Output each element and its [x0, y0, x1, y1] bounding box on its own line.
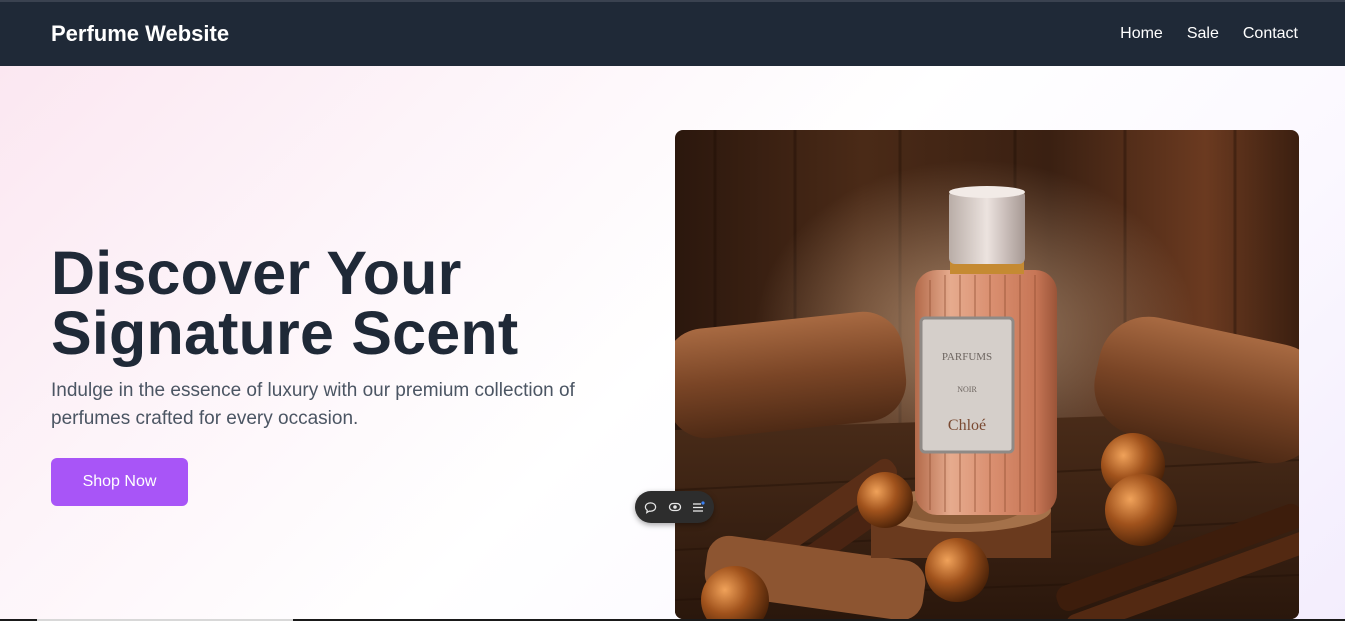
site-brand[interactable]: Perfume Website [51, 21, 229, 47]
comment-icon[interactable] [643, 499, 659, 515]
list-icon[interactable] [690, 499, 706, 515]
perfume-product-photo: PARFUMS NOIR Chloé [675, 130, 1299, 619]
hero-image: PARFUMS NOIR Chloé [675, 130, 1299, 619]
nav-link-home[interactable]: Home [1120, 25, 1163, 43]
nav-link-sale[interactable]: Sale [1187, 25, 1219, 43]
navbar: Perfume Website Home Sale Contact [0, 2, 1345, 66]
bottle-label-text: Chloé [948, 417, 986, 434]
floating-toolbar [635, 491, 714, 523]
hero-subtitle: Indulge in the essence of luxury with ou… [51, 380, 575, 429]
hero-headline: Discover Your Signature Scent [51, 239, 519, 367]
shop-now-button[interactable]: Shop Now [51, 458, 188, 506]
eye-icon[interactable] [667, 499, 683, 515]
hero-section: Discover Your Signature Scent Indulge in… [0, 66, 1345, 621]
hero-headline-line2: Signature Scent [51, 299, 519, 367]
svg-text:NOIR: NOIR [957, 385, 977, 394]
nav-link-contact[interactable]: Contact [1243, 25, 1298, 43]
svg-text:PARFUMS: PARFUMS [942, 351, 992, 363]
nav-links: Home Sale Contact [1120, 25, 1298, 43]
hero-headline-line1: Discover Your [51, 239, 462, 307]
